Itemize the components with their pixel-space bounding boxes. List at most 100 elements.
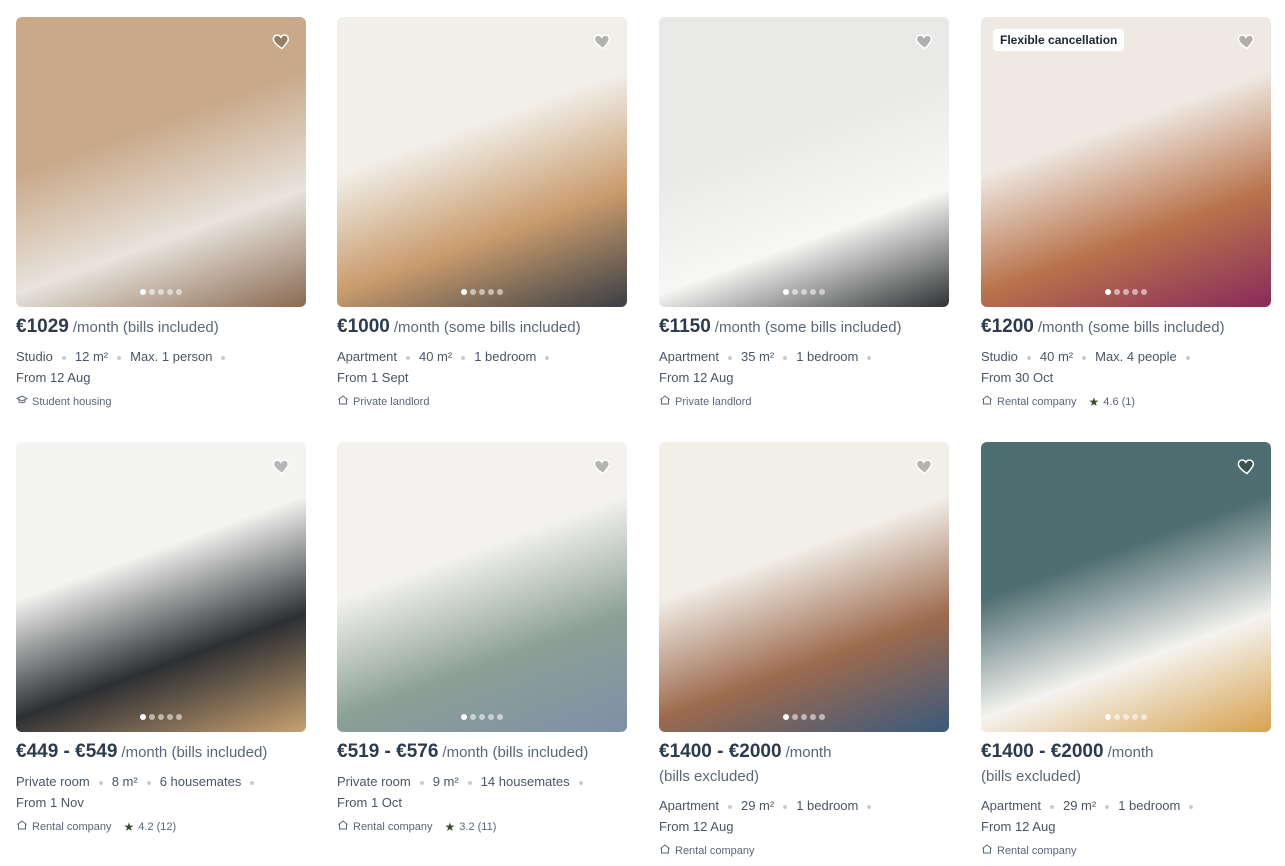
price-period: /month (bills included) xyxy=(121,744,268,761)
property-size: 29 m² xyxy=(740,798,775,813)
listing-photo[interactable] xyxy=(337,17,627,307)
favorite-heart-icon[interactable] xyxy=(1237,31,1257,51)
photo-carousel-dots[interactable] xyxy=(16,289,306,295)
carousel-dot[interactable] xyxy=(819,289,825,295)
star-icon: ★ xyxy=(123,819,135,834)
listing-details: Private room 8 m² 6 housemates From 1 Nov xyxy=(16,771,306,813)
photo-carousel-dots[interactable] xyxy=(337,289,627,295)
property-extra: 6 housemates xyxy=(159,774,242,789)
carousel-dot[interactable] xyxy=(176,714,182,720)
listing-photo[interactable] xyxy=(659,17,949,307)
listing-photo[interactable] xyxy=(16,17,306,307)
favorite-heart-icon[interactable] xyxy=(915,31,935,51)
price: €1000 xyxy=(337,316,390,337)
property-type: Apartment xyxy=(659,798,719,813)
carousel-dot[interactable] xyxy=(783,289,789,295)
listing-card[interactable]: Flexible cancellation €1200/month (some … xyxy=(981,17,1271,409)
listing-photo[interactable] xyxy=(337,442,627,732)
price-period: /month (some bills included) xyxy=(714,319,902,336)
carousel-dot[interactable] xyxy=(470,289,476,295)
carousel-dot[interactable] xyxy=(792,289,798,295)
home-icon xyxy=(981,394,993,409)
listing-card[interactable]: €449 - €549/month (bills included) Priva… xyxy=(16,442,306,834)
price-period-note: (bills excluded) xyxy=(659,768,760,785)
carousel-dot[interactable] xyxy=(801,289,807,295)
star-icon: ★ xyxy=(1088,394,1100,409)
listing-card[interactable]: €1000/month (some bills included) Apartm… xyxy=(337,17,627,409)
available-from: From 1 Oct xyxy=(337,795,403,810)
price-line: €449 - €549/month (bills included) xyxy=(16,742,306,763)
carousel-dot[interactable] xyxy=(488,714,494,720)
listing-card[interactable]: €1029/month (bills included) Studio 12 m²… xyxy=(15,17,306,409)
carousel-dot[interactable] xyxy=(149,714,155,720)
carousel-dot[interactable] xyxy=(176,289,182,295)
carousel-dot[interactable] xyxy=(461,289,467,295)
carousel-dot[interactable] xyxy=(1114,714,1120,720)
carousel-dot[interactable] xyxy=(488,289,494,295)
listing-photo[interactable]: Flexible cancellation xyxy=(981,17,1271,307)
carousel-dot[interactable] xyxy=(470,714,476,720)
landlord-info: Rental company ★ 3.2 (11) xyxy=(337,819,627,834)
listing-card[interactable]: €1150/month (some bills included) Apartm… xyxy=(659,17,949,409)
carousel-dot[interactable] xyxy=(801,714,807,720)
carousel-dot[interactable] xyxy=(819,714,825,720)
carousel-dot[interactable] xyxy=(461,714,467,720)
carousel-dot[interactable] xyxy=(810,289,816,295)
carousel-dot[interactable] xyxy=(1123,714,1129,720)
listing-photo[interactable] xyxy=(16,442,306,732)
carousel-dot[interactable] xyxy=(783,714,789,720)
price-period: /month (some bills included) xyxy=(1037,319,1225,336)
carousel-dot[interactable] xyxy=(158,714,164,720)
photo-carousel-dots[interactable] xyxy=(337,714,627,720)
carousel-dot[interactable] xyxy=(1105,289,1111,295)
listing-card[interactable]: €519 - €576/month (bills included) Priva… xyxy=(337,442,627,834)
photo-carousel-dots[interactable] xyxy=(659,714,949,720)
price-period-note: (bills excluded) xyxy=(981,768,1082,785)
listing-card[interactable]: €1400 - €2000/month (bills excluded) Apa… xyxy=(981,442,1271,858)
carousel-dot[interactable] xyxy=(1141,714,1147,720)
carousel-dot[interactable] xyxy=(479,714,485,720)
home-icon xyxy=(659,394,671,409)
carousel-dot[interactable] xyxy=(479,289,485,295)
price-period: /month (some bills included) xyxy=(393,319,581,336)
carousel-dot[interactable] xyxy=(1114,289,1120,295)
photo-carousel-dots[interactable] xyxy=(659,289,949,295)
property-type: Apartment xyxy=(659,349,719,364)
favorite-heart-icon[interactable] xyxy=(915,456,935,476)
carousel-dot[interactable] xyxy=(497,714,503,720)
carousel-dot[interactable] xyxy=(167,289,173,295)
carousel-dot[interactable] xyxy=(1132,289,1138,295)
carousel-dot[interactable] xyxy=(167,714,173,720)
listing-card[interactable]: €1400 - €2000/month (bills excluded) Apa… xyxy=(659,442,949,858)
price: €1029 xyxy=(16,316,69,337)
listing-details: Studio 40 m² Max. 4 people From 30 Oct xyxy=(981,346,1271,388)
listing-photo[interactable] xyxy=(659,442,949,732)
photo-carousel-dots[interactable] xyxy=(981,289,1271,295)
favorite-heart-icon[interactable] xyxy=(1237,456,1257,476)
graduation-cap-icon xyxy=(15,394,29,409)
carousel-dot[interactable] xyxy=(140,714,146,720)
available-from: From 30 Oct xyxy=(981,370,1054,385)
carousel-dot[interactable] xyxy=(158,289,164,295)
carousel-dot[interactable] xyxy=(1123,289,1129,295)
carousel-dot[interactable] xyxy=(810,714,816,720)
favorite-heart-icon[interactable] xyxy=(593,31,613,51)
property-size: 35 m² xyxy=(740,349,775,364)
photo-carousel-dots[interactable] xyxy=(981,714,1271,720)
favorite-heart-icon[interactable] xyxy=(272,456,292,476)
carousel-dot[interactable] xyxy=(1132,714,1138,720)
favorite-heart-icon[interactable] xyxy=(593,456,613,476)
photo-carousel-dots[interactable] xyxy=(16,714,306,720)
carousel-dot[interactable] xyxy=(149,289,155,295)
carousel-dot[interactable] xyxy=(792,714,798,720)
carousel-dot[interactable] xyxy=(1105,714,1111,720)
price-line: €1000/month (some bills included) xyxy=(337,317,627,338)
listing-photo[interactable] xyxy=(981,442,1271,732)
price-line: €1150/month (some bills included) xyxy=(659,317,949,338)
property-type: Private room xyxy=(337,774,411,789)
carousel-dot[interactable] xyxy=(140,289,146,295)
listing-details: Apartment 35 m² 1 bedroom From 12 Aug xyxy=(659,346,949,388)
carousel-dot[interactable] xyxy=(1141,289,1147,295)
favorite-heart-icon[interactable] xyxy=(272,31,292,51)
carousel-dot[interactable] xyxy=(497,289,503,295)
